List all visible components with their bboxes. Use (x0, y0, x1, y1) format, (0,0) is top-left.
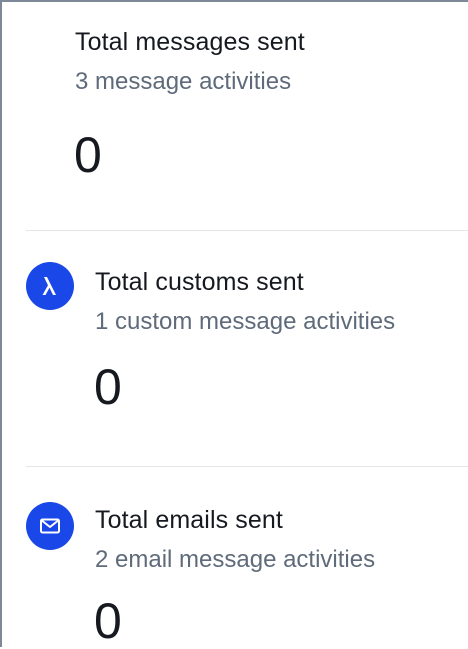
lambda-icon (26, 262, 74, 310)
envelope-icon (26, 502, 74, 550)
divider (26, 230, 468, 231)
customs-title: Total customs sent (95, 268, 304, 296)
messages-subtitle: 3 message activities (75, 68, 292, 95)
divider (26, 466, 468, 467)
emails-value: 0 (94, 593, 122, 649)
messages-value: 0 (74, 127, 102, 183)
emails-subtitle: 2 email message activities (95, 546, 376, 573)
customs-metric-card: Total customs sent 1 custom message acti… (26, 232, 468, 466)
emails-title: Total emails sent (95, 506, 283, 534)
customs-subtitle: 1 custom message activities (95, 308, 396, 335)
metrics-panel: Total messages sent 3 message activities… (0, 0, 468, 647)
customs-value: 0 (94, 359, 122, 415)
messages-metric-card: Total messages sent 3 message activities… (26, 2, 468, 230)
emails-metric-card: Total emails sent 2 email message activi… (26, 468, 468, 649)
messages-title: Total messages sent (75, 28, 305, 56)
